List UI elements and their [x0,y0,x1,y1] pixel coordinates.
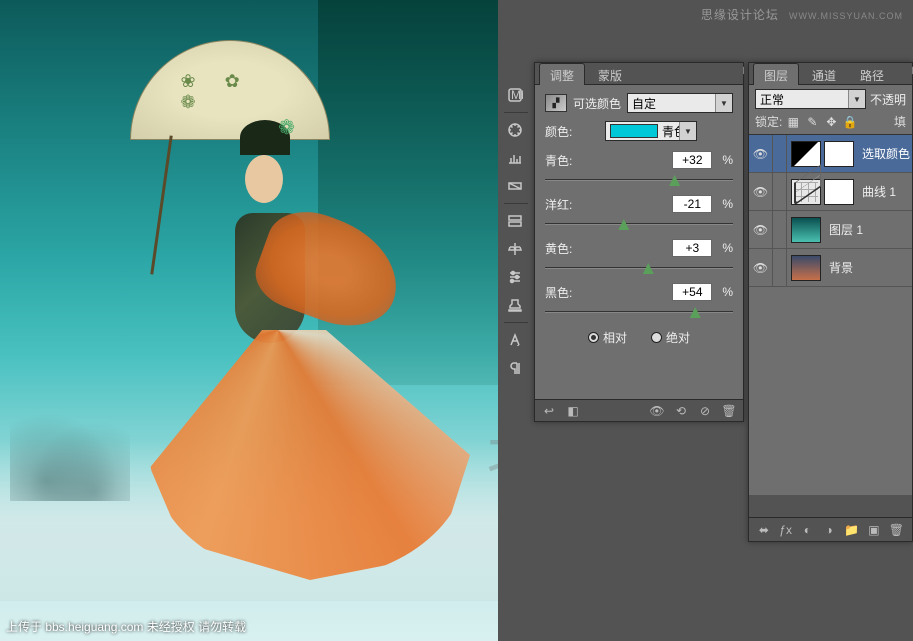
blend-mode-dropdown[interactable]: 正常 [755,89,866,109]
tab-paths[interactable]: 路径 [849,63,895,85]
percent-sign: % [722,153,733,167]
link-layers-icon[interactable]: ⬌ [757,522,771,538]
tab-adjustments[interactable]: 调整 [539,63,585,85]
balance-icon[interactable] [504,238,526,260]
magenta-label: 洋红: [545,196,599,213]
relative-radio[interactable]: 相对 [588,329,627,346]
magenta-slider[interactable] [545,217,733,231]
layer-name: 选取颜色 [862,145,910,162]
tab-masks[interactable]: 蒙版 [587,63,633,85]
black-label: 黑色: [545,284,599,301]
lock-label: 锁定: [755,113,782,130]
background-rocks [10,401,130,501]
layer-list: 👁 选取颜色 👁 曲线 1 👁 图层 1 👁 背景 [749,135,912,495]
yellow-input[interactable] [672,239,712,257]
visibility-toggle-icon[interactable]: 👁 [749,249,773,286]
attribution-text: 上传于 bbs.heiguang.com 未经授权 请勿转载 [6,618,246,635]
layer-row-image1[interactable]: 👁 图层 1 [749,211,912,249]
visibility-toggle-icon[interactable]: 👁 [749,173,773,210]
preset-mb-icon[interactable]: Mb [504,84,526,106]
delete-layer-icon[interactable]: 🗑 [889,522,904,538]
document-canvas[interactable]: 北京·老屋 上传于 bbs.heiguang.com 未经授权 请勿转载 [0,0,498,641]
cyan-label: 青色: [545,152,599,169]
hue-icon[interactable] [504,210,526,232]
cyan-input[interactable] [672,151,712,169]
mask-thumb-icon [824,179,854,205]
levels-icon[interactable] [504,147,526,169]
black-input[interactable] [672,283,712,301]
layers-footer: ⬌ ƒx ◐ ◑ 📁 ▣ 🗑 [749,517,912,541]
main-figure [120,50,470,590]
clip-icon[interactable]: ◧ [565,403,581,419]
tab-layers[interactable]: 图层 [753,63,799,85]
adjustments-panel: ◀◀ 调整 蒙版 ▞ 可选颜色 自定 颜色: 青色 青色: % 洋红: % [534,62,744,422]
lock-transparency-icon[interactable]: ▦ [785,114,801,130]
cyan-slider[interactable] [545,173,733,187]
layer-thumb-icon [791,179,821,205]
fill-label: 填 [894,113,906,130]
layer-thumb-icon [791,217,821,243]
gradient-icon[interactable] [504,175,526,197]
fx-icon[interactable]: ƒx [779,522,793,538]
magenta-input[interactable] [672,195,712,213]
layer-name: 曲线 1 [862,183,896,200]
layers-panel: ◀◀ 图层 通道 路径 正常 不透明 锁定: ▦ ✎ ✥ 🔒 填 👁 选取颜色 … [748,62,913,542]
layer-name: 图层 1 [829,221,863,238]
adjustment-title: 可选颜色 [573,95,621,112]
color-dropdown[interactable]: 青色 [605,121,697,141]
tab-channels[interactable]: 通道 [801,63,847,85]
opacity-label: 不透明 [870,91,906,108]
reset-icon[interactable]: ⊘ [697,403,713,419]
previous-state-icon[interactable]: ⟲ [673,403,689,419]
stamp-icon[interactable] [504,294,526,316]
layer-thumb-icon [791,255,821,281]
layer-row-selective-color[interactable]: 👁 选取颜色 [749,135,912,173]
lock-paint-icon[interactable]: ✎ [804,114,820,130]
layers-tabs: 图层 通道 路径 [749,63,912,85]
new-layer-icon[interactable]: ▣ [867,522,881,538]
layer-row-curves[interactable]: 👁 曲线 1 [749,173,912,211]
compass-icon[interactable] [504,119,526,141]
sliders-icon[interactable] [504,266,526,288]
yellow-label: 黄色: [545,240,599,257]
selective-color-icon: ▞ [545,94,567,112]
color-label: 颜色: [545,123,599,140]
trash-icon[interactable]: 🗑 [721,403,737,419]
svg-text:Mb: Mb [511,88,523,102]
adjust-preset-toolbar: Mb [504,78,528,385]
absolute-radio[interactable]: 绝对 [651,329,690,346]
visibility-toggle-icon[interactable]: 👁 [749,211,773,248]
adjustment-layer-icon[interactable]: ◑ [822,522,836,538]
lock-move-icon[interactable]: ✥ [823,114,839,130]
layer-name: 背景 [829,259,853,276]
preset-dropdown[interactable]: 自定 [627,93,733,113]
layer-row-background[interactable]: 👁 背景 [749,249,912,287]
site-credit: 思缘设计论坛 WWW.MISSYUAN.COM [701,6,903,23]
text-a-icon[interactable] [504,329,526,351]
eye-toggle-icon[interactable]: 👁 [649,403,665,419]
credit-main: 思缘设计论坛 [701,8,779,22]
adjust-tabs: 调整 蒙版 [535,63,743,85]
adjust-footer: ↩ ◧ 👁 ⟲ ⊘ 🗑 [535,399,743,421]
layer-thumb-icon [791,141,821,167]
paragraph-icon[interactable] [504,357,526,379]
color-swatch [610,124,658,138]
black-slider[interactable] [545,305,733,319]
color-value: 青色 [662,123,686,140]
lock-all-icon[interactable]: 🔒 [842,114,858,130]
umbrella [130,40,340,180]
mask-thumb-icon [824,141,854,167]
visibility-toggle-icon[interactable]: 👁 [749,135,773,172]
group-icon[interactable]: 📁 [844,522,859,538]
yellow-slider[interactable] [545,261,733,275]
return-arrow-icon[interactable]: ↩ [541,403,557,419]
credit-url: WWW.MISSYUAN.COM [789,11,903,21]
mask-icon[interactable]: ◐ [801,522,815,538]
